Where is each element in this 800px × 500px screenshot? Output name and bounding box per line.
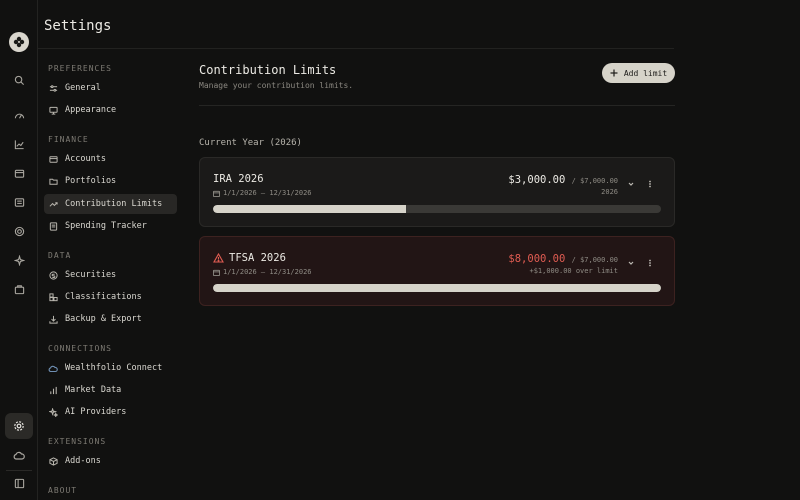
limit-dates-text: 1/1/2026 – 12/31/2026 bbox=[223, 189, 312, 197]
section-preferences: PREFERENCES bbox=[48, 64, 112, 73]
calendar-icon bbox=[213, 269, 220, 276]
limit-value: / $7,000.00 bbox=[571, 177, 618, 185]
nav-item-general[interactable]: General bbox=[44, 78, 177, 98]
app-logo[interactable] bbox=[9, 32, 29, 52]
nav-item-label: Wealthfolio Connect bbox=[65, 363, 163, 373]
cloud-sync-icon[interactable] bbox=[11, 447, 27, 463]
nav-item-label: Appearance bbox=[65, 105, 117, 115]
nav-item-wealthfolio-connect[interactable]: Wealthfolio Connect bbox=[44, 358, 177, 378]
amount-value: $3,000.00 bbox=[508, 174, 566, 186]
section-connections: CONNECTIONS bbox=[48, 344, 112, 353]
limit-note: 2026 bbox=[601, 188, 618, 196]
calendar-icon bbox=[213, 190, 220, 197]
sliders-icon bbox=[48, 83, 58, 93]
dollar-circle-icon bbox=[48, 270, 58, 280]
nav-item-spending-tracker[interactable]: Spending Tracker bbox=[44, 216, 177, 236]
nav-item-label: Accounts bbox=[65, 154, 106, 164]
card-icon bbox=[48, 154, 58, 164]
warning-icon bbox=[213, 253, 224, 263]
limit-dates: 1/1/2026 – 12/31/2026 bbox=[213, 268, 312, 276]
blocks-icon bbox=[48, 292, 58, 302]
nav-item-accounts[interactable]: Accounts bbox=[44, 149, 177, 169]
limit-name-text: IRA 2026 bbox=[213, 173, 264, 185]
target-icon[interactable] bbox=[11, 223, 27, 239]
page-title: Settings bbox=[44, 18, 112, 34]
limit-amount: $3,000.00 / $7,000.00 bbox=[508, 174, 618, 186]
monitor-icon bbox=[48, 105, 58, 115]
limit-note: +$1,000.00 over limit bbox=[529, 267, 618, 275]
nav-item-backup-export[interactable]: Backup & Export bbox=[44, 309, 177, 329]
section-data: DATA bbox=[48, 251, 72, 260]
section-extensions: EXTENSIONS bbox=[48, 437, 107, 446]
section-subtitle: Manage your contribution limits. bbox=[199, 81, 354, 90]
add-limit-button[interactable]: Add limit bbox=[602, 63, 675, 83]
limit-dates-text: 1/1/2026 – 12/31/2026 bbox=[223, 268, 312, 276]
news-icon[interactable] bbox=[11, 194, 27, 210]
nav-item-label: Spending Tracker bbox=[65, 221, 147, 231]
limit-name: TFSA 2026 bbox=[213, 252, 286, 264]
chevron-down-icon[interactable] bbox=[626, 258, 636, 268]
nav-item-label: Contribution Limits bbox=[65, 199, 163, 209]
nav-item-ai-providers[interactable]: AI Providers bbox=[44, 402, 177, 422]
section-title: Contribution Limits bbox=[199, 63, 337, 77]
add-limit-label: Add limit bbox=[623, 68, 668, 78]
folder-icon bbox=[48, 176, 58, 186]
nav-item-add-ons[interactable]: Add-ons bbox=[44, 451, 177, 471]
rail-divider bbox=[6, 470, 32, 471]
limit-card-tfsa[interactable]: TFSA 2026 1/1/2026 – 12/31/2026 $8,000.0… bbox=[199, 236, 675, 306]
nav-item-contribution-limits[interactable]: Contribution Limits bbox=[44, 194, 177, 214]
sidebar-toggle-icon[interactable] bbox=[11, 475, 27, 491]
section-about: ABOUT bbox=[48, 486, 78, 495]
dashboard-icon[interactable] bbox=[11, 107, 27, 123]
limit-name: IRA 2026 bbox=[213, 173, 264, 185]
more-vertical-icon[interactable] bbox=[645, 258, 655, 268]
nav-item-classifications[interactable]: Classifications bbox=[44, 287, 177, 307]
briefcase-icon[interactable] bbox=[11, 281, 27, 297]
plus-icon bbox=[610, 69, 618, 77]
nav-item-label: Market Data bbox=[65, 385, 122, 395]
progress-fill bbox=[213, 284, 661, 292]
section-divider bbox=[199, 105, 675, 106]
receipt-icon bbox=[48, 221, 58, 231]
nav-item-securities[interactable]: Securities bbox=[44, 265, 177, 285]
search-icon[interactable] bbox=[11, 72, 27, 88]
icon-rail bbox=[0, 0, 38, 500]
more-vertical-icon[interactable] bbox=[645, 179, 655, 189]
sparkle-icon[interactable] bbox=[11, 252, 27, 268]
progress-fill bbox=[213, 205, 406, 213]
nav-item-label: Classifications bbox=[65, 292, 142, 302]
amount-value: $8,000.00 bbox=[508, 253, 566, 265]
nav-item-label: General bbox=[65, 83, 101, 93]
progress-bar bbox=[213, 205, 661, 213]
download-icon bbox=[48, 314, 58, 324]
sparkles-icon bbox=[48, 407, 58, 417]
wallet-icon[interactable] bbox=[11, 165, 27, 181]
section-finance: FINANCE bbox=[48, 135, 89, 144]
limit-name-text: TFSA 2026 bbox=[229, 252, 286, 264]
nav-item-label: Portfolios bbox=[65, 176, 117, 186]
nav-item-label: Add-ons bbox=[65, 456, 101, 466]
nav-item-market-data[interactable]: Market Data bbox=[44, 380, 177, 400]
package-icon bbox=[48, 456, 58, 466]
limit-value: / $7,000.00 bbox=[571, 256, 618, 264]
trend-icon bbox=[48, 199, 58, 209]
chart-icon[interactable] bbox=[11, 136, 27, 152]
nav-item-portfolios[interactable]: Portfolios bbox=[44, 171, 177, 191]
limit-card-ira[interactable]: IRA 2026 1/1/2026 – 12/31/2026 $3,000.00… bbox=[199, 157, 675, 227]
chevron-down-icon[interactable] bbox=[626, 179, 636, 189]
nav-item-label: Securities bbox=[65, 270, 117, 280]
limit-dates: 1/1/2026 – 12/31/2026 bbox=[213, 189, 312, 197]
logo-icon bbox=[13, 36, 25, 48]
limit-amount: $8,000.00 / $7,000.00 bbox=[508, 253, 618, 265]
settings-icon[interactable] bbox=[5, 413, 33, 439]
nav-item-label: Backup & Export bbox=[65, 314, 142, 324]
progress-bar bbox=[213, 284, 661, 292]
nav-item-appearance[interactable]: Appearance bbox=[44, 100, 177, 120]
year-group-label: Current Year (2026) bbox=[199, 138, 302, 148]
nav-item-label: AI Providers bbox=[65, 407, 127, 417]
cloud-icon bbox=[48, 363, 58, 373]
bar-chart-icon bbox=[48, 385, 58, 395]
header-divider bbox=[38, 48, 674, 49]
